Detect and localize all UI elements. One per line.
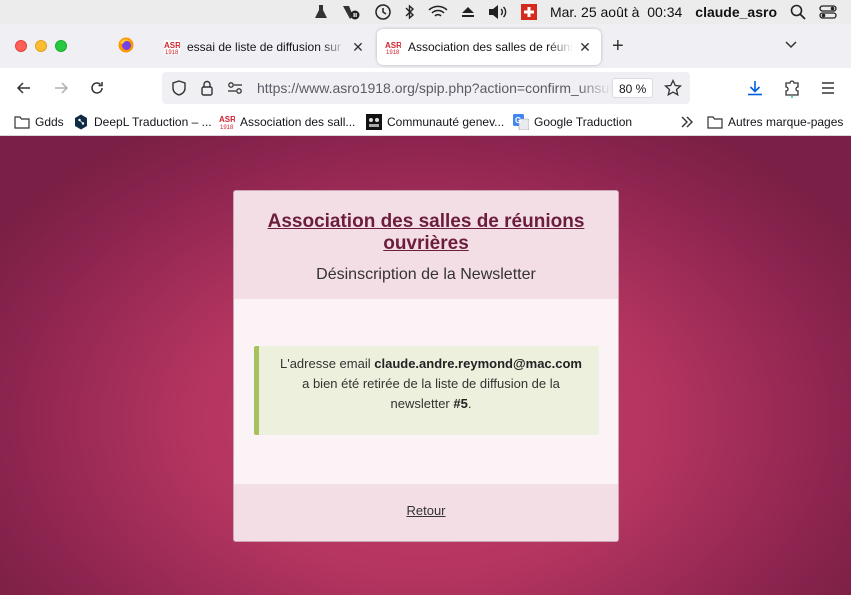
folder-icon (707, 114, 723, 130)
wifi-icon[interactable] (428, 0, 448, 24)
navigation-bar: https://www.asro1918.org/spip.php?action… (0, 68, 851, 108)
page-subtitle: Désinscription de la Newsletter (316, 266, 536, 283)
double-chevron-right-icon (679, 114, 695, 130)
bookmark-star-icon[interactable] (664, 79, 682, 97)
forward-arrow-icon[interactable] (51, 78, 71, 98)
svg-text:1918: 1918 (165, 50, 179, 55)
time-text: 00:34 (647, 4, 683, 20)
tab-mailing-list[interactable]: ASR 1918 essai de liste de diffusion sur … (156, 29, 374, 65)
bookmarks-overflow-button[interactable] (679, 113, 700, 131)
bookmark-label: Google Traduction (534, 115, 633, 129)
site-title-link[interactable]: Association des salles de réunions ouvri… (234, 211, 618, 255)
bookmark-label: DeepL Traduction – ... (94, 115, 212, 129)
minimize-window-button[interactable] (35, 40, 47, 52)
folder-icon (14, 114, 30, 130)
eject-icon[interactable] (461, 0, 475, 24)
card-footer: Retour (234, 484, 618, 541)
permissions-icon[interactable] (227, 80, 243, 96)
notice-end: . (467, 396, 472, 411)
url-text[interactable]: https://www.asro1918.org/spip.php?action… (257, 80, 612, 96)
notice-prefix: L'adresse email (279, 356, 371, 371)
bookmarks-toolbar: Gdds DeepL Traduction – ... ASR 1918 Asso… (0, 108, 851, 136)
tab-title: Association des salles de réunio (408, 40, 573, 54)
newsletter-id: #5 (453, 396, 468, 411)
zoom-window-button[interactable] (55, 40, 67, 52)
reload-icon[interactable] (87, 78, 107, 98)
lock-icon[interactable] (199, 80, 215, 96)
control-center-icon[interactable] (819, 0, 837, 24)
zoom-level-badge[interactable]: 80 % (612, 78, 654, 98)
svg-text:ASR: ASR (164, 41, 180, 50)
page-content: Association des salles de réunions ouvri… (0, 136, 851, 595)
svg-text:ASR: ASR (219, 115, 235, 124)
svg-text:1918: 1918 (386, 50, 400, 55)
close-window-button[interactable] (15, 40, 27, 52)
menubar-user[interactable]: claude_asro (695, 0, 777, 24)
back-link[interactable]: Retour (406, 503, 445, 518)
bookmark-label: Autres marque-pages (728, 115, 844, 129)
card-body: L'adresse email claude.andre.reymond@mac… (234, 299, 618, 484)
window-controls (15, 40, 67, 52)
extensions-puzzle-icon[interactable] (782, 78, 802, 98)
menubar-date[interactable]: Mar. 25 août à 00:34 (550, 0, 682, 24)
bookmark-gdds[interactable]: Gdds (14, 113, 64, 131)
bookmark-association[interactable]: ASR 1918 Association des sall... (219, 113, 355, 131)
address-bar[interactable]: https://www.asro1918.org/spip.php?action… (162, 72, 690, 104)
downloads-icon[interactable] (745, 78, 765, 98)
svg-text:ASR: ASR (385, 41, 401, 50)
new-tab-plus-icon[interactable]: + (612, 36, 624, 56)
close-tab-icon[interactable]: ✕ (577, 39, 593, 55)
google-translate-icon: G (513, 114, 529, 130)
volume-icon[interactable] (488, 0, 508, 24)
bookmark-google-traduction[interactable]: G Google Traduction (513, 113, 632, 131)
chevron-down-icon[interactable] (784, 38, 798, 52)
community-icon (366, 114, 382, 130)
unsubscribe-card: Association des salles de réunions ouvri… (233, 190, 619, 542)
card-header: Association des salles de réunions ouvri… (234, 191, 618, 299)
deepl-icon (73, 114, 89, 130)
app-status-icon[interactable] (341, 0, 361, 24)
back-arrow-icon[interactable] (14, 78, 34, 98)
swiss-flag-icon[interactable] (520, 0, 537, 24)
date-text: Mar. 25 août à (549, 4, 640, 20)
bookmark-communaute[interactable]: Communauté genev... (366, 113, 504, 131)
bookmark-deepl[interactable]: DeepL Traduction – ... (73, 113, 212, 131)
bookmark-label: Association des sall... (240, 115, 356, 129)
asro-icon: ASR 1918 (219, 114, 235, 130)
email-address: claude.andre.reymond@mac.com (374, 356, 582, 371)
spotlight-search-icon[interactable] (790, 0, 806, 24)
firefox-view-icon[interactable] (118, 37, 134, 53)
success-notice: L'adresse email claude.andre.reymond@mac… (254, 346, 599, 435)
bookmark-label: Communauté genev... (387, 115, 505, 129)
bookmark-label: Gdds (35, 115, 64, 129)
shield-icon[interactable] (171, 80, 187, 96)
time-machine-icon[interactable] (374, 0, 392, 24)
close-tab-icon[interactable]: ✕ (350, 39, 366, 55)
flask-icon[interactable] (314, 0, 328, 24)
bluetooth-icon[interactable] (405, 0, 415, 24)
tab-association[interactable]: ASR 1918 Association des salles de réunio… (377, 29, 601, 65)
asro-favicon-icon: ASR1918 (164, 40, 180, 55)
tab-strip: ASR 1918 essai de liste de diffusion sur … (0, 24, 851, 68)
svg-text:1918: 1918 (220, 125, 234, 130)
asro-favicon-icon: ASR1918 (385, 40, 401, 55)
bookmark-other[interactable]: Autres marque-pages (707, 113, 843, 131)
tab-title: essai de liste de diffusion sur ru (187, 40, 346, 54)
notice-middle: a bien été retirée de la liste de diffus… (302, 376, 560, 411)
macos-menubar: Mar. 25 août à 00:34 claude_asro (0, 0, 851, 24)
svg-text:G: G (515, 116, 521, 125)
hamburger-menu-icon[interactable] (818, 78, 838, 98)
